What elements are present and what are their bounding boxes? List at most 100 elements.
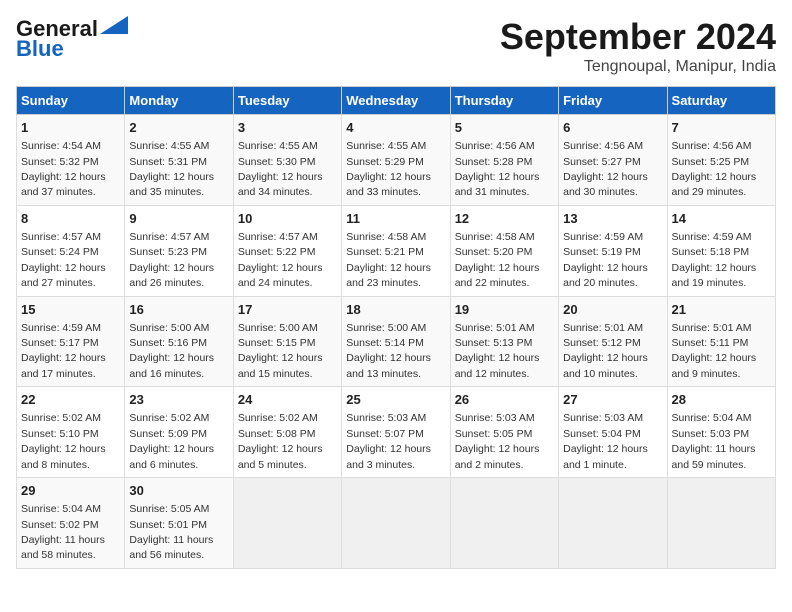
day-info: Sunrise: 4:55 AM Sunset: 5:30 PM Dayligh… <box>238 140 323 198</box>
day-info: Sunrise: 4:56 AM Sunset: 5:25 PM Dayligh… <box>672 140 757 198</box>
day-number: 22 <box>21 391 120 409</box>
table-row: 24 Sunrise: 5:02 AM Sunset: 5:08 PM Dayli… <box>233 387 341 478</box>
day-info: Sunrise: 5:00 AM Sunset: 5:15 PM Dayligh… <box>238 322 323 380</box>
day-number: 9 <box>129 210 228 228</box>
table-row <box>450 478 558 569</box>
day-info: Sunrise: 5:02 AM Sunset: 5:08 PM Dayligh… <box>238 412 323 470</box>
day-info: Sunrise: 4:56 AM Sunset: 5:28 PM Dayligh… <box>455 140 540 198</box>
table-row: 3 Sunrise: 4:55 AM Sunset: 5:30 PM Daylig… <box>233 115 341 206</box>
header-friday: Friday <box>559 87 667 115</box>
table-row: 12 Sunrise: 4:58 AM Sunset: 5:20 PM Dayli… <box>450 205 558 296</box>
table-row: 19 Sunrise: 5:01 AM Sunset: 5:13 PM Dayli… <box>450 296 558 387</box>
table-row: 18 Sunrise: 5:00 AM Sunset: 5:14 PM Dayli… <box>342 296 450 387</box>
day-number: 7 <box>672 119 771 137</box>
day-info: Sunrise: 5:04 AM Sunset: 5:03 PM Dayligh… <box>672 412 756 470</box>
header-saturday: Saturday <box>667 87 775 115</box>
day-info: Sunrise: 5:00 AM Sunset: 5:14 PM Dayligh… <box>346 322 431 380</box>
week-row-4: 22 Sunrise: 5:02 AM Sunset: 5:10 PM Dayli… <box>17 387 776 478</box>
day-info: Sunrise: 5:01 AM Sunset: 5:12 PM Dayligh… <box>563 322 648 380</box>
table-row: 17 Sunrise: 5:00 AM Sunset: 5:15 PM Dayli… <box>233 296 341 387</box>
day-number: 6 <box>563 119 662 137</box>
month-title: September 2024 <box>500 16 776 58</box>
day-number: 24 <box>238 391 337 409</box>
day-info: Sunrise: 4:55 AM Sunset: 5:31 PM Dayligh… <box>129 140 214 198</box>
day-info: Sunrise: 4:58 AM Sunset: 5:21 PM Dayligh… <box>346 231 431 289</box>
header-thursday: Thursday <box>450 87 558 115</box>
day-number: 4 <box>346 119 445 137</box>
location-title: Tengnoupal, Manipur, India <box>500 58 776 76</box>
table-row: 14 Sunrise: 4:59 AM Sunset: 5:18 PM Dayli… <box>667 205 775 296</box>
day-number: 26 <box>455 391 554 409</box>
calendar-table: Sunday Monday Tuesday Wednesday Thursday… <box>16 86 776 569</box>
day-number: 29 <box>21 482 120 500</box>
day-info: Sunrise: 5:05 AM Sunset: 5:01 PM Dayligh… <box>129 503 213 561</box>
header-sunday: Sunday <box>17 87 125 115</box>
header-tuesday: Tuesday <box>233 87 341 115</box>
table-row: 16Sunrise: 5:00 AM Sunset: 5:16 PM Dayli… <box>125 296 233 387</box>
table-row: 30 Sunrise: 5:05 AM Sunset: 5:01 PM Dayli… <box>125 478 233 569</box>
table-row <box>233 478 341 569</box>
logo: General Blue <box>16 16 128 62</box>
day-number: 5 <box>455 119 554 137</box>
title-block: September 2024 Tengnoupal, Manipur, Indi… <box>500 16 776 76</box>
day-number: 2 <box>129 119 228 137</box>
day-number: 23 <box>129 391 228 409</box>
day-number: 18 <box>346 301 445 319</box>
day-number: 13 <box>563 210 662 228</box>
day-number: 15 <box>21 301 120 319</box>
table-row: 28 Sunrise: 5:04 AM Sunset: 5:03 PM Dayli… <box>667 387 775 478</box>
day-number: 19 <box>455 301 554 319</box>
day-info: Sunrise: 5:02 AM Sunset: 5:10 PM Dayligh… <box>21 412 106 470</box>
table-row: 9 Sunrise: 4:57 AM Sunset: 5:23 PM Daylig… <box>125 205 233 296</box>
day-number: 28 <box>672 391 771 409</box>
logo-blue: Blue <box>16 36 64 62</box>
table-row <box>667 478 775 569</box>
week-row-5: 29Sunrise: 5:04 AM Sunset: 5:02 PM Dayli… <box>17 478 776 569</box>
table-row: 5 Sunrise: 4:56 AM Sunset: 5:28 PM Daylig… <box>450 115 558 206</box>
table-row: 10Sunrise: 4:57 AM Sunset: 5:22 PM Dayli… <box>233 205 341 296</box>
table-row: 26 Sunrise: 5:03 AM Sunset: 5:05 PM Dayli… <box>450 387 558 478</box>
day-info: Sunrise: 4:59 AM Sunset: 5:19 PM Dayligh… <box>563 231 648 289</box>
day-info: Sunrise: 4:58 AM Sunset: 5:20 PM Dayligh… <box>455 231 540 289</box>
day-info: Sunrise: 5:01 AM Sunset: 5:13 PM Dayligh… <box>455 322 540 380</box>
day-info: Sunrise: 5:03 AM Sunset: 5:04 PM Dayligh… <box>563 412 648 470</box>
day-info: Sunrise: 5:01 AM Sunset: 5:11 PM Dayligh… <box>672 322 757 380</box>
table-row: 22 Sunrise: 5:02 AM Sunset: 5:10 PM Dayli… <box>17 387 125 478</box>
table-row: 11 Sunrise: 4:58 AM Sunset: 5:21 PM Dayli… <box>342 205 450 296</box>
table-row: 7 Sunrise: 4:56 AM Sunset: 5:25 PM Daylig… <box>667 115 775 206</box>
day-info: Sunrise: 5:03 AM Sunset: 5:05 PM Dayligh… <box>455 412 540 470</box>
table-row: 20 Sunrise: 5:01 AM Sunset: 5:12 PM Dayli… <box>559 296 667 387</box>
days-header-row: Sunday Monday Tuesday Wednesday Thursday… <box>17 87 776 115</box>
table-row: 4 Sunrise: 4:55 AM Sunset: 5:29 PM Daylig… <box>342 115 450 206</box>
day-number: 11 <box>346 210 445 228</box>
day-number: 16 <box>129 301 228 319</box>
day-number: 14 <box>672 210 771 228</box>
table-row: 23 Sunrise: 5:02 AM Sunset: 5:09 PM Dayli… <box>125 387 233 478</box>
day-number: 25 <box>346 391 445 409</box>
day-number: 27 <box>563 391 662 409</box>
day-info: Sunrise: 4:57 AM Sunset: 5:23 PM Dayligh… <box>129 231 214 289</box>
day-info: Sunrise: 4:59 AM Sunset: 5:18 PM Dayligh… <box>672 231 757 289</box>
table-row: 6 Sunrise: 4:56 AM Sunset: 5:27 PM Daylig… <box>559 115 667 206</box>
week-row-1: 1Sunrise: 4:54 AM Sunset: 5:32 PM Daylig… <box>17 115 776 206</box>
table-row: 29Sunrise: 5:04 AM Sunset: 5:02 PM Dayli… <box>17 478 125 569</box>
day-number: 3 <box>238 119 337 137</box>
day-number: 30 <box>129 482 228 500</box>
table-row: 2 Sunrise: 4:55 AM Sunset: 5:31 PM Daylig… <box>125 115 233 206</box>
day-number: 10 <box>238 210 337 228</box>
table-row: 25Sunrise: 5:03 AM Sunset: 5:07 PM Dayli… <box>342 387 450 478</box>
day-number: 12 <box>455 210 554 228</box>
day-number: 20 <box>563 301 662 319</box>
table-row <box>559 478 667 569</box>
table-row: 8Sunrise: 4:57 AM Sunset: 5:24 PM Daylig… <box>17 205 125 296</box>
day-info: Sunrise: 4:55 AM Sunset: 5:29 PM Dayligh… <box>346 140 431 198</box>
day-number: 8 <box>21 210 120 228</box>
day-info: Sunrise: 5:02 AM Sunset: 5:09 PM Dayligh… <box>129 412 214 470</box>
table-row: 15Sunrise: 4:59 AM Sunset: 5:17 PM Dayli… <box>17 296 125 387</box>
table-row: 21Sunrise: 5:01 AM Sunset: 5:11 PM Dayli… <box>667 296 775 387</box>
day-info: Sunrise: 4:56 AM Sunset: 5:27 PM Dayligh… <box>563 140 648 198</box>
week-row-2: 8Sunrise: 4:57 AM Sunset: 5:24 PM Daylig… <box>17 205 776 296</box>
header-monday: Monday <box>125 87 233 115</box>
week-row-3: 15Sunrise: 4:59 AM Sunset: 5:17 PM Dayli… <box>17 296 776 387</box>
day-number: 17 <box>238 301 337 319</box>
